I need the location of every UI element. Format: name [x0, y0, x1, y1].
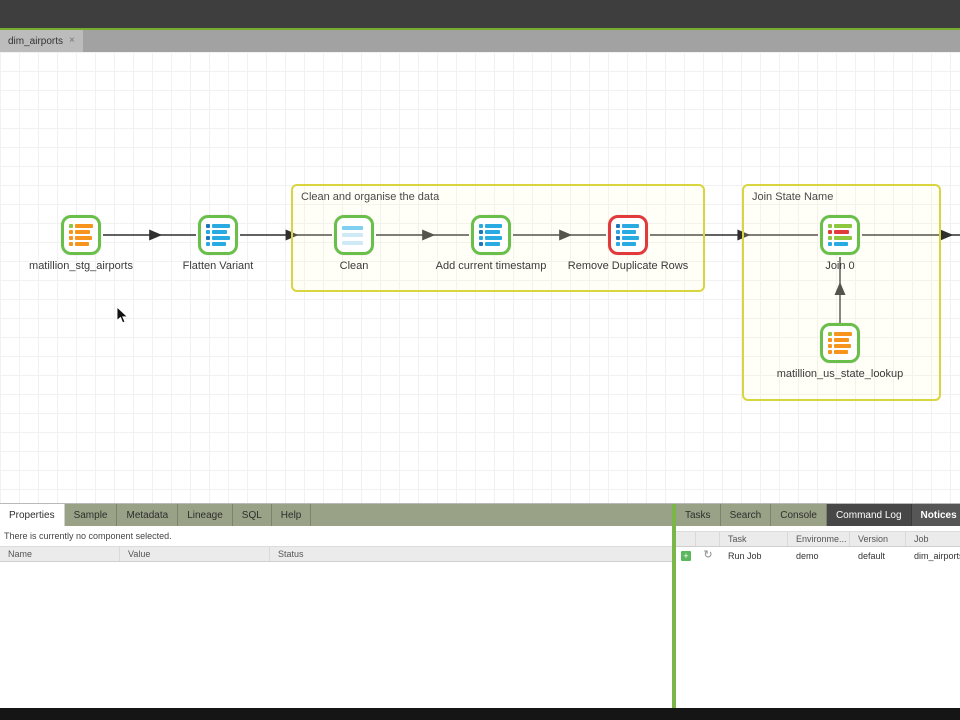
tab-properties[interactable]: Properties [0, 504, 65, 526]
tab-dim-airports[interactable]: dim_airports × [0, 30, 83, 52]
component-icon [820, 323, 860, 363]
node-matillion_us_state_lookup[interactable] [820, 323, 860, 363]
tab-metadata[interactable]: Metadata [117, 504, 179, 526]
tab-command-log[interactable]: Command Log [826, 504, 912, 526]
tab-tasks[interactable]: Tasks [676, 504, 721, 526]
column-header-job: Job [914, 534, 929, 544]
tab-console[interactable]: Console [771, 504, 827, 526]
tab-lineage[interactable]: Lineage [178, 504, 233, 526]
bottom-bar [0, 708, 960, 720]
component-icon [334, 215, 374, 255]
component-icon [608, 215, 648, 255]
properties-tabbar: Properties Sample Metadata Lineage SQL Help [0, 504, 672, 526]
task-row[interactable]: + ↻ Run Job demo default dim_airports [676, 547, 960, 564]
job-tab-label: dim_airports [8, 35, 64, 47]
node-flatten_variant[interactable] [198, 215, 238, 255]
cell-task: Run Job [728, 550, 762, 561]
component-icon [198, 215, 238, 255]
component-icon [820, 215, 860, 255]
titlebar [0, 0, 960, 28]
tasks-tabbar: TasksSearchConsoleCommand LogNotices (1) [676, 504, 960, 526]
matillion-app: dim_airports × Clean and organise the da… [0, 0, 960, 720]
job-tabstrip: dim_airports × [0, 30, 960, 52]
expand-plus-icon[interactable]: + [681, 550, 691, 561]
node-join_0[interactable] [820, 215, 860, 255]
column-header-name: Name [0, 547, 120, 561]
tab-notices-1[interactable]: Notices (1) [911, 504, 960, 526]
node-add_current_timestamp[interactable] [471, 215, 511, 255]
group-label: Join State Name [752, 191, 834, 203]
component-icon [61, 215, 101, 255]
tasks-panel: TasksSearchConsoleCommand LogNotices (1)… [676, 504, 960, 708]
job-canvas[interactable]: Clean and organise the data Join State Na… [0, 52, 960, 503]
expand-cell: + [676, 550, 696, 561]
node-remove_duplicate_rows[interactable] [608, 215, 648, 255]
mouse-cursor [116, 305, 130, 330]
tab-help[interactable]: Help [272, 504, 312, 526]
column-header-environme: Environme... [788, 532, 850, 546]
properties-table-header: Name Value Status [0, 546, 672, 562]
column-header-status: Status [278, 549, 304, 559]
cell-version: default [858, 550, 886, 561]
column-header-value: Value [120, 547, 270, 561]
no-component-message: There is currently no component selected… [4, 531, 172, 541]
column-header-version: Version [850, 532, 906, 546]
running-spinner-icon: ↻ [703, 549, 713, 561]
bottom-panels: Properties Sample Metadata Lineage SQL Help T… [0, 503, 960, 708]
tab-sql[interactable]: SQL [233, 504, 272, 526]
node-clean[interactable] [334, 215, 374, 255]
tab-sample[interactable]: Sample [65, 504, 118, 526]
column-header-icon [676, 532, 696, 546]
cell-job: dim_airports [914, 550, 960, 561]
tab-search[interactable]: Search [721, 504, 772, 526]
close-icon[interactable]: × [69, 36, 75, 46]
status-cell: ↻ [696, 550, 720, 561]
column-header-task: Task [720, 532, 788, 546]
node-label-matillion_us_state_lookup: matillion_us_state_lookup [776, 368, 904, 380]
tasks-table-body: + ↻ Run Job demo default dim_airports [676, 547, 960, 564]
tasks-table-header: Task Environme... Version Job [676, 531, 960, 547]
node-label-remove_duplicate_rows: Remove Duplicate Rows [567, 260, 689, 272]
component-icon [471, 215, 511, 255]
cell-environment: demo [796, 550, 819, 561]
properties-panel: Properties Sample Metadata Lineage SQL Help T… [0, 504, 672, 708]
column-header-icon [696, 532, 720, 546]
group-label: Clean and organise the data [301, 191, 440, 203]
node-matillion_stg_airports[interactable] [61, 215, 101, 255]
node-label-join_0: Join 0 [825, 260, 855, 272]
